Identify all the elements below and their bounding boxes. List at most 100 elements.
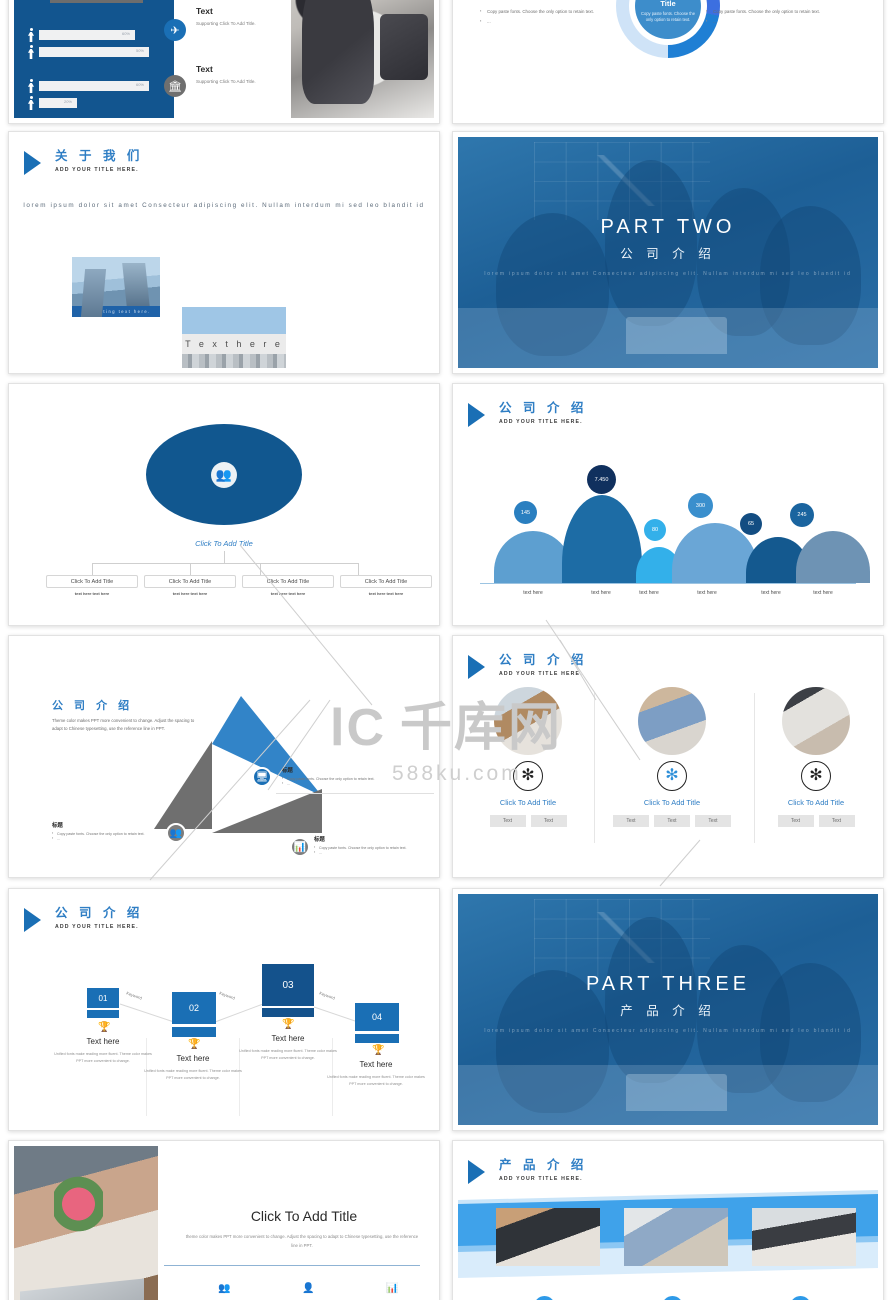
org-node-1[interactable]: Click To Add Title [46, 575, 138, 588]
slide-b-canvas: Click To Add Title Copy paste fonts. Cho… [458, 0, 878, 118]
asterisk-icon[interactable]: ✻ [513, 761, 543, 791]
chart-label-2: text here [591, 590, 611, 596]
slide-thumbnail-mountain-chart[interactable]: 公 司 介 绍 ADD YOUR TITLE HERE. 145 text he… [452, 383, 884, 626]
bullet-item: ... [480, 18, 630, 26]
page-body: Theme color makes PPT more convenient to… [52, 718, 195, 732]
section-title-cn: 产 品 介 绍 [620, 1003, 716, 1018]
connector-drop [358, 563, 359, 575]
slide-thumbnail-product-banner[interactable]: 产 品 介 绍 ADD YOUR TITLE HERE. 🔍 🖼 📊 [452, 1140, 884, 1300]
step-number-4: 04 [355, 1003, 399, 1031]
chart-icon[interactable]: 📊 [386, 1283, 398, 1294]
card-title[interactable]: Click To Add Title [750, 798, 878, 807]
slide-4-header: 公 司 介 绍 ADD YOUR TITLE HERE. [468, 401, 587, 427]
bank-icon: 🏛 [164, 75, 186, 97]
slide-thumbnail-photo-title[interactable]: Click To Add Title theme color makes PPT… [8, 1140, 440, 1300]
chart-bubble-value: 7.450 [594, 476, 609, 483]
org-node-caption: text here text here [368, 591, 404, 596]
slide-thumbnail-triangles[interactable]: 公 司 介 绍 Theme color makes PPT more conve… [8, 635, 440, 878]
slide-thumbnail-three-circles[interactable]: 公 司 介 绍 ADD YOUR TITLE HERE. ✻ Click To … [452, 635, 884, 878]
monitor-icon[interactable]: 🖥 [252, 767, 272, 787]
org-node-2[interactable]: Click To Add Title [144, 575, 236, 588]
trophy-icon: 🏆 [372, 1045, 385, 1056]
slide-a-block-2: Text Supporting Click To Add Title. [196, 64, 260, 85]
people-icon[interactable]: 👥 [218, 1283, 230, 1294]
tag[interactable]: Text [654, 815, 690, 827]
section-title-en: PART THREE [585, 972, 751, 995]
card-title[interactable]: Click To Add Title [606, 798, 738, 807]
slide-10-canvas: 产 品 介 绍 ADD YOUR TITLE HERE. 🔍 🖼 📊 [458, 1146, 878, 1300]
asterisk-icon[interactable]: ✻ [657, 761, 687, 791]
chart-label-5: text here [761, 590, 781, 596]
org-node-caption: text here text here [172, 591, 208, 596]
left-photo [14, 1146, 158, 1300]
org-node-3[interactable]: Click To Add Title [242, 575, 334, 588]
step-number-3: 03 [262, 964, 314, 1006]
people-chart-icon: 👥 [211, 461, 237, 488]
chart-bubble-value: 80 [651, 527, 659, 533]
stat-row-3: 60% [28, 79, 149, 93]
org-node-caption: text here text here [74, 591, 110, 596]
card-3: ✻ Click To Add Title Text Text [750, 687, 878, 827]
slide-thumbnail-org-chart[interactable]: 👥 Click To Add Title Click To Add Title … [8, 383, 440, 626]
slide-a-text-button[interactable]: Text [50, 0, 143, 3]
slide-a-photo [291, 0, 434, 118]
progress-value: 20% [63, 99, 72, 104]
product-photo-2 [624, 1208, 728, 1266]
step-bar-4 [355, 1034, 399, 1043]
section-cover-text: PART TWO 公 司 介 绍 lorem ipsum dolor sit a… [458, 216, 878, 279]
progress-bar: 50% [39, 47, 149, 57]
slide-thumbnail-steps[interactable]: 公 司 介 绍 ADD YOUR TITLE HERE. 01 🏆 Text h… [8, 888, 440, 1131]
center-text-bar: T e x t h e r e [182, 334, 286, 354]
search-doc-icon[interactable]: 🔍 [534, 1296, 555, 1300]
step-bar-1 [87, 1010, 119, 1018]
triangle-marker-icon [24, 151, 41, 175]
asterisk-icon[interactable]: ✻ [801, 761, 831, 791]
connector-drop [190, 563, 191, 575]
page-title[interactable]: Click To Add Title [194, 1208, 414, 1224]
tag[interactable]: Text [695, 815, 731, 827]
slide-thumbnail-part-three[interactable]: PART THREE 产 品 介 绍 lorem ipsum dolor sit… [452, 888, 884, 1131]
connector-stem [224, 551, 225, 563]
bullet-item: ... [52, 836, 184, 842]
progress-bar: 60% [39, 81, 149, 91]
bullet-item: ... [314, 850, 434, 856]
slide-9-canvas: Click To Add Title theme color makes PPT… [14, 1146, 434, 1300]
chart-icon[interactable]: 📊 [290, 837, 310, 857]
step-title-3: Text here [271, 1034, 305, 1043]
tag[interactable]: Text [613, 815, 649, 827]
triangle-marker-icon [468, 403, 485, 427]
tag[interactable]: Text [530, 815, 567, 827]
slide-thumbnail-part-two[interactable]: PART TWO 公 司 介 绍 lorem ipsum dolor sit a… [452, 131, 884, 374]
card-title[interactable]: Click To Add Title [462, 798, 594, 807]
page-title: 关 于 我 们 [55, 149, 144, 163]
image-icon[interactable]: 🖼 [662, 1296, 683, 1300]
chart-bubble-value: 300 [695, 502, 706, 509]
slide-a-block-1: Text Supporting Click To Add Title. [196, 6, 260, 27]
slide-thumbnail-a[interactable]: 60% 50% Text 60% 20% [8, 0, 440, 124]
card-photo [638, 687, 706, 755]
tag[interactable]: Text [818, 815, 855, 827]
slide-thumbnail-b[interactable]: Click To Add Title Copy paste fonts. Cho… [452, 0, 884, 124]
bar-chart-icon[interactable]: 📊 [790, 1296, 811, 1300]
chart-label-3: text here [639, 590, 659, 596]
card-1: ✻ Click To Add Title Text Text [462, 687, 594, 827]
progress-value: 50% [135, 48, 144, 53]
donut-chart: Click To Add Title Copy paste fonts. Cho… [616, 0, 720, 58]
page-title: 公 司 介 绍 [499, 401, 588, 415]
donut-sub: Copy paste fonts. Choose the only option… [641, 10, 695, 22]
photo-caption: Supporting text here. [72, 306, 160, 317]
divider-right-top [276, 793, 434, 794]
step-body-4: Unified fonts make reading more fluent. … [327, 1075, 425, 1086]
org-node-4[interactable]: Click To Add Title [340, 575, 432, 588]
card-tags: Text Text Text [606, 815, 738, 827]
progress-bar: 60% [39, 30, 135, 40]
card-photo [782, 687, 850, 755]
tag[interactable]: Text [777, 815, 814, 827]
column-title: Click To Add Title [480, 0, 630, 3]
root-node-label[interactable]: Click To Add Title [14, 539, 434, 548]
tag[interactable]: Text [489, 815, 526, 827]
person-icon [28, 28, 34, 42]
slide-thumbnail-about-us[interactable]: 关 于 我 们 ADD YOUR TITLE HERE. lorem ipsum… [8, 131, 440, 374]
bullet-item: ... [706, 18, 856, 26]
person-icon[interactable]: 👤 [302, 1283, 314, 1294]
